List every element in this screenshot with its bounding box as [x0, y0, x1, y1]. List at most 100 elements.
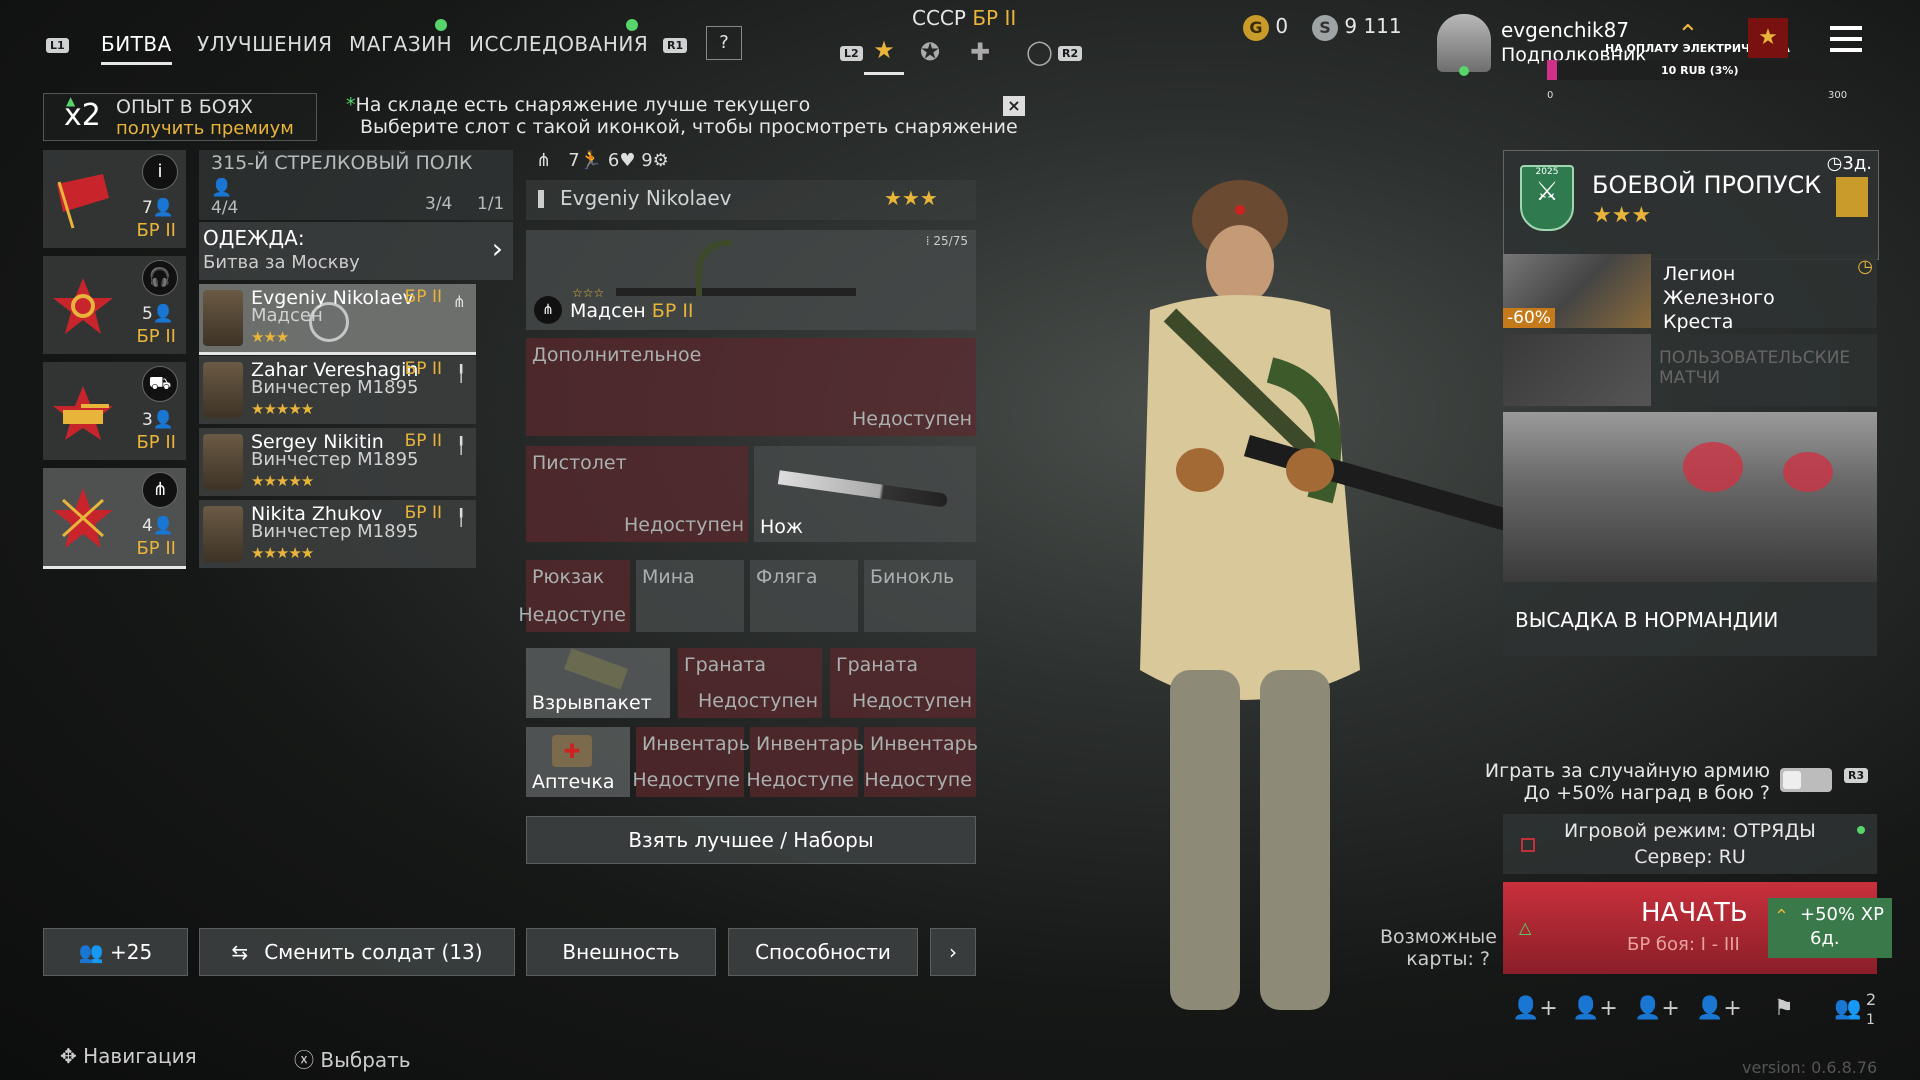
- mg-class-icon: ⋔: [536, 150, 552, 171]
- machinegun-icon: ⋔: [142, 472, 178, 508]
- more-button[interactable]: ›: [930, 928, 976, 976]
- star-army-icon[interactable]: ★: [864, 36, 904, 75]
- help-icon[interactable]: ?: [1760, 782, 1770, 804]
- squad-card-2[interactable]: 🎧 5👤 БР II: [43, 256, 186, 354]
- pistol-slot[interactable]: Пистолет Недоступен: [526, 446, 748, 542]
- knife-image: [777, 470, 949, 508]
- tab-battle[interactable]: БИТВА: [101, 32, 172, 65]
- r1-button[interactable]: R1: [663, 34, 688, 53]
- knife-slot[interactable]: Нож: [754, 446, 976, 542]
- silver-currency[interactable]: S 9 111: [1312, 14, 1402, 41]
- grenade-slot-2[interactable]: Граната Недоступен: [830, 648, 976, 718]
- soldier-row-1[interactable]: Evgeniy Nikolaev Мадсен ★★★ БР II ⋔: [199, 284, 476, 355]
- add-player-icon[interactable]: 👤+: [1572, 996, 1618, 1021]
- run-icon: 🏃: [579, 150, 603, 171]
- flask-slot[interactable]: Фляга: [750, 560, 858, 632]
- abilities-button[interactable]: Способности: [728, 928, 918, 976]
- flag-icon[interactable]: ⚑: [1774, 996, 1794, 1021]
- inventory-slot-2[interactable]: Инвентарь Недоступе: [746, 727, 864, 797]
- menu-icon[interactable]: [1830, 22, 1862, 54]
- squad-count: 3👤: [142, 410, 174, 430]
- xp-boost-badge[interactable]: ⌃ +50% XP 6д.: [1768, 898, 1892, 958]
- donation-banner[interactable]: НА ОПЛАТУ ЭЛЕКТРИЧЕСТВА 10 RUB (3%) 0 30…: [1545, 40, 1855, 102]
- squad-br: БР II: [136, 432, 176, 453]
- rifle-class-icon: ╿: [456, 436, 466, 455]
- custom-matches-label: ПОЛЬЗОВАТЕЛЬСКИЕ МАТЧИ: [1659, 348, 1851, 388]
- premium-link[interactable]: получить премиум: [116, 118, 294, 139]
- add-player-icon[interactable]: 👤+: [1696, 996, 1742, 1021]
- gold-currency[interactable]: G 0: [1243, 14, 1288, 41]
- possible-maps[interactable]: Возможные карты: ?: [1380, 926, 1497, 970]
- recruit-button[interactable]: 👥 +25: [43, 928, 188, 976]
- normandy-event-card[interactable]: ВЫСАДКА В НОРМАНДИИ: [1503, 412, 1877, 656]
- extra-slot[interactable]: Дополнительное Недоступен: [526, 338, 976, 436]
- emblem-army-icon[interactable]: ✪: [920, 38, 940, 66]
- magazine-image: [696, 240, 732, 296]
- l1-button[interactable]: L1: [46, 34, 69, 53]
- add-player-icon[interactable]: 👤+: [1512, 996, 1558, 1021]
- custom-matches-card[interactable]: ПОЛЬЗОВАТЕЛЬСКИЕ МАТЧИ: [1503, 334, 1877, 406]
- backpack-slot[interactable]: Рюкзак Недоступе: [518, 560, 630, 632]
- notice-close-button[interactable]: ×: [1003, 96, 1025, 116]
- soldier-row-2[interactable]: Zahar Vereshagin Винчестер М1895 ★★★★★ Б…: [199, 356, 476, 424]
- start-label: НАЧАТЬ: [1641, 898, 1748, 928]
- soldier-portrait: [203, 506, 243, 562]
- soldier-weapon: Винчестер М1895: [251, 521, 419, 542]
- soldier-row-3[interactable]: Sergey Nikitin Винчестер М1895 ★★★★★ БР …: [199, 428, 476, 496]
- l2-button[interactable]: L2: [840, 46, 863, 61]
- inventory-slot-1[interactable]: Инвентарь Недоступе: [632, 727, 750, 797]
- online-dot: [1459, 66, 1469, 76]
- weapon-class-icon: ⋔: [534, 296, 562, 324]
- battle-pass-emblem: 2025 ⚔: [1520, 165, 1574, 231]
- squad-card-3[interactable]: ⛟ 3👤 БР II: [43, 362, 186, 460]
- nation-title: СССР БР II: [912, 6, 1017, 30]
- grenade-slot-1[interactable]: Граната Недоступен: [678, 648, 822, 718]
- heart-icon: ♥: [619, 150, 636, 171]
- server-label: Сервер: RU: [1634, 846, 1746, 868]
- game-mode-card[interactable]: Игровой режим: ОТРЯДЫ Сервер: RU: [1503, 814, 1877, 874]
- r2-button[interactable]: R2: [1058, 46, 1083, 61]
- army-selector[interactable]: L2 ★ ✪ ✚ ◯ R2: [840, 36, 1083, 75]
- squad-card-1[interactable]: i 7👤 БР II: [43, 150, 186, 248]
- soldier-br: БР II: [404, 359, 442, 379]
- xp-bonus-panel[interactable]: x2 ▲ ОПЫТ В БОЯХ получить премиум: [43, 93, 317, 141]
- help-button[interactable]: ?: [706, 26, 742, 60]
- take-best-button[interactable]: Взять лучшее / Наборы: [526, 816, 976, 864]
- squad-card-4[interactable]: ⋔ 4👤 БР II: [43, 468, 186, 569]
- group-icon[interactable]: 👥: [1834, 996, 1861, 1021]
- tab-upgrades[interactable]: УЛУЧШЕНИЯ: [197, 32, 333, 56]
- event-card[interactable]: -60% Легион Железного Креста ◷: [1503, 254, 1877, 333]
- tab-shop[interactable]: МАГАЗИН: [349, 32, 452, 56]
- squad-br: БР II: [136, 326, 176, 347]
- soldier-stars: ★★★★★: [251, 400, 314, 418]
- battle-pass-card[interactable]: 2025 ⚔ БОЕВОЙ ПРОПУСК ★★★ ◷3д.: [1503, 150, 1879, 260]
- primary-weapon-slot[interactable]: ⁞ 25/75 ☆☆☆ ⋔ Мадсен БР II: [526, 230, 976, 330]
- outfit-row[interactable]: ОДЕЖДА: Битва за Москву ›: [199, 222, 513, 280]
- mine-slot[interactable]: Мина: [636, 560, 744, 632]
- dpad-icon: ✥: [60, 1044, 77, 1068]
- binoculars-slot[interactable]: Бинокль: [864, 560, 976, 632]
- add-player-icon[interactable]: 👤+: [1634, 996, 1680, 1021]
- cross-army-icon[interactable]: ✚: [970, 38, 990, 66]
- soldier-portrait: [203, 434, 243, 490]
- circle-army-icon[interactable]: ◯: [1026, 38, 1053, 66]
- inventory-slot-3[interactable]: Инвентарь Недоступе: [864, 727, 978, 797]
- soldier-stars: ★★★★★: [251, 544, 314, 562]
- navigation-hint: ✥ Навигация: [60, 1044, 197, 1068]
- change-soldiers-button[interactable]: ⇆ Сменить солдат (13): [199, 928, 515, 976]
- medkit-slot[interactable]: ✚ Аптечка: [526, 727, 630, 797]
- random-army-label: Играть за случайную армию До +50% наград…: [1484, 760, 1770, 804]
- mg-slots: 1/1: [477, 194, 505, 214]
- soldier-weapon: Винчестер М1895: [251, 377, 419, 398]
- soldier-br: БР II: [404, 503, 442, 523]
- explosive-slot[interactable]: Взрывпакет: [526, 648, 670, 718]
- soldier-portrait: [203, 290, 243, 346]
- tab-research[interactable]: ИССЛЕДОВАНИЯ: [469, 32, 648, 56]
- research-notify-dot: [626, 19, 638, 31]
- army-flag-icon[interactable]: ★: [1748, 18, 1788, 58]
- soldier-row-4[interactable]: Nikita Zhukov Винчестер М1895 ★★★★★ БР I…: [199, 500, 476, 568]
- r3-button-icon[interactable]: R3: [1844, 768, 1869, 783]
- outfit-label: ОДЕЖДА:: [203, 226, 305, 250]
- appearance-button[interactable]: Внешность: [526, 928, 716, 976]
- random-army-toggle[interactable]: [1780, 768, 1832, 792]
